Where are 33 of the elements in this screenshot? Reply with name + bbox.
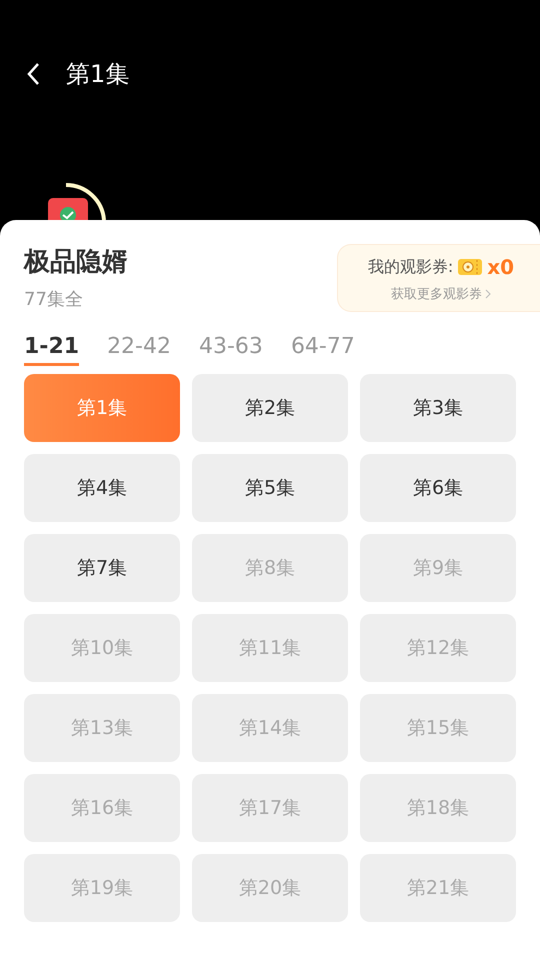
range-tab[interactable]: 22-42 — [107, 334, 171, 366]
episode-button[interactable]: 第16集 — [24, 774, 180, 842]
episode-button[interactable]: 第5集 — [192, 454, 348, 522]
episode-button[interactable]: 第8集 — [192, 534, 348, 602]
episode-button[interactable]: 第2集 — [192, 374, 348, 442]
episode-count: 77集全 — [24, 288, 84, 311]
more-coupons-link[interactable]: 获取更多观影券 — [391, 285, 491, 303]
episode-title: 第1集 — [66, 59, 130, 90]
range-tab[interactable]: 43-63 — [199, 334, 263, 366]
coupon-label: 我的观影券: — [368, 256, 454, 278]
episode-button[interactable]: 第10集 — [24, 614, 180, 682]
episode-button[interactable]: 第18集 — [360, 774, 516, 842]
ticket-icon — [457, 257, 484, 277]
episode-button[interactable]: 第11集 — [192, 614, 348, 682]
episode-button[interactable]: 第13集 — [24, 694, 180, 762]
episode-button[interactable]: 第4集 — [24, 454, 180, 522]
chevron-right-icon — [485, 289, 491, 299]
episode-button[interactable]: 第3集 — [360, 374, 516, 442]
range-tab[interactable]: 64-77 — [290, 334, 355, 366]
episode-button[interactable]: 第19集 — [24, 854, 180, 922]
drama-title: 极品隐婿 — [24, 246, 128, 279]
episode-button[interactable]: 第15集 — [360, 694, 516, 762]
episode-button[interactable]: 第6集 — [360, 454, 516, 522]
episode-button[interactable]: 第17集 — [192, 774, 348, 842]
coupon-count: x0 — [487, 255, 514, 279]
episode-button[interactable]: 第1集 — [24, 374, 180, 442]
episode-button[interactable]: 第12集 — [360, 614, 516, 682]
episode-button[interactable]: 第20集 — [192, 854, 348, 922]
range-tab[interactable]: 1-21 — [24, 334, 80, 366]
episode-button[interactable]: 第9集 — [360, 534, 516, 602]
episode-button[interactable]: 第14集 — [192, 694, 348, 762]
episode-button[interactable]: 第7集 — [24, 534, 180, 602]
episode-button[interactable]: 第21集 — [360, 854, 516, 922]
